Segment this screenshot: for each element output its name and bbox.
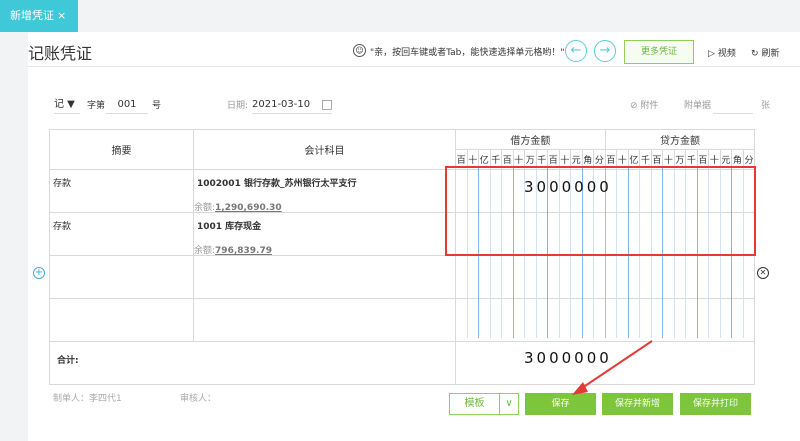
- doc-count-label: 附单据: [684, 101, 712, 111]
- video-label: 视频: [717, 49, 736, 59]
- hao-label: 号: [152, 101, 162, 111]
- amount-cells[interactable]: [454, 255, 756, 299]
- next-voucher-button[interactable]: →: [594, 40, 616, 62]
- maker-label: 制单人：李四代1: [53, 394, 122, 404]
- date-input[interactable]: 2021-03-10: [252, 96, 332, 114]
- date-value: 2021-03-10: [252, 99, 311, 110]
- highlight-box: [445, 166, 756, 256]
- add-row-icon[interactable]: +: [33, 267, 45, 279]
- voucher-word-select[interactable]: 记 ▼: [54, 96, 80, 114]
- smile-icon: ☺: [353, 44, 366, 57]
- reviewer-label: 审核人：: [180, 394, 217, 404]
- keyboard-tip: "亲，按回车键或者Tab，能快速选择单元格哟！": [370, 48, 565, 58]
- account-cell[interactable]: [193, 255, 456, 299]
- table-row[interactable]: [49, 255, 756, 299]
- refresh-label: 刷新: [761, 49, 780, 59]
- balance-label: 余额:: [194, 203, 216, 213]
- balance: 余额:796,839.79: [194, 243, 272, 256]
- account-cell[interactable]: 1001 库存现金 余额:796,839.79: [193, 212, 456, 256]
- play-icon: ▷: [708, 49, 715, 59]
- zi-label: 字第: [87, 101, 106, 111]
- chevron-down-icon[interactable]: ∨: [499, 394, 518, 414]
- summary-cell[interactable]: [49, 255, 194, 299]
- doc-count-input[interactable]: [713, 96, 753, 114]
- col-summary: 摘要: [49, 129, 194, 170]
- prev-voucher-button[interactable]: ←: [565, 40, 587, 62]
- summary-cell[interactable]: 存款: [49, 212, 194, 256]
- page-title: 记账凭证: [28, 44, 93, 63]
- balance-label: 余额:: [194, 246, 216, 256]
- tab-new-voucher[interactable]: 新增凭证 ×: [0, 0, 78, 32]
- attach-label: 附件: [640, 101, 659, 111]
- balance-value: 1,290,690.30: [215, 203, 282, 213]
- total-amount: 3000000: [524, 349, 612, 367]
- divider: [28, 66, 800, 67]
- tab-label: 新增凭证: [10, 9, 54, 22]
- close-icon[interactable]: ×: [57, 9, 66, 22]
- refresh-icon: ↻: [751, 49, 759, 59]
- calendar-icon[interactable]: [322, 100, 332, 110]
- table-row[interactable]: [49, 298, 756, 342]
- account-name: 1001 库存现金: [197, 222, 262, 232]
- zhang-label: 张: [761, 101, 771, 111]
- delete-row-icon[interactable]: ✕: [757, 267, 769, 279]
- more-vouchers-button[interactable]: 更多凭证: [624, 40, 694, 64]
- amount-cells[interactable]: [454, 298, 756, 342]
- total-label: 合计:: [57, 356, 79, 366]
- account-cell[interactable]: 1002001 银行存款_苏州银行太平支行 余额:1,290,690.30: [193, 169, 456, 213]
- col-account: 会计科目: [193, 129, 456, 170]
- attachment-link[interactable]: ⊘ 附件: [630, 98, 658, 111]
- voucher-number-input[interactable]: 001: [106, 96, 148, 114]
- save-button[interactable]: 保存: [525, 393, 596, 415]
- tab-bar: 新增凭证 ×: [0, 0, 800, 32]
- save-new-button[interactable]: 保存并新增: [602, 393, 673, 415]
- template-label: 模板: [464, 398, 485, 409]
- date-label: 日期:: [227, 101, 249, 111]
- account-cell[interactable]: [193, 298, 456, 342]
- save-print-button[interactable]: 保存并打印: [680, 393, 751, 415]
- account-name: 1002001 银行存款_苏州银行太平支行: [197, 179, 357, 189]
- video-link[interactable]: ▷ 视频: [708, 46, 736, 59]
- balance: 余额:1,290,690.30: [194, 200, 282, 213]
- balance-value: 796,839.79: [215, 246, 272, 256]
- summary-cell[interactable]: 存款: [49, 169, 194, 213]
- total-row: [49, 341, 756, 385]
- summary-cell[interactable]: [49, 298, 194, 342]
- clip-icon: ⊘: [630, 101, 641, 111]
- col-debit: 借方金额: [455, 129, 606, 150]
- refresh-link[interactable]: ↻ 刷新: [751, 46, 780, 59]
- template-dropdown[interactable]: 模板 ∨: [449, 393, 519, 415]
- col-credit: 贷方金额: [604, 129, 756, 150]
- total-label-cell: [49, 341, 456, 385]
